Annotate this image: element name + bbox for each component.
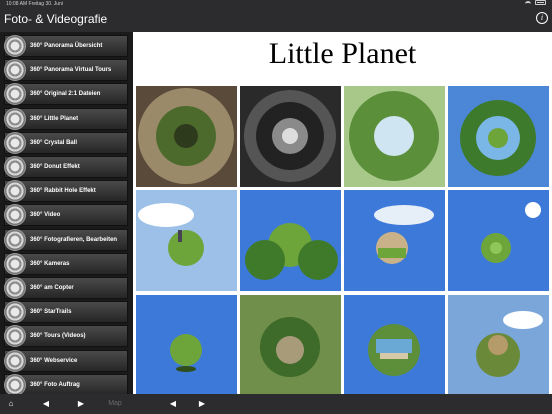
little-planet-image — [240, 295, 341, 394]
bottom-toolbar: ⌂ ◀ ▶ Map ◀ ▶ — [0, 394, 552, 414]
sidebar-item[interactable]: 360° Kameras — [4, 252, 128, 275]
photo-tunnel-dark[interactable] — [240, 86, 341, 187]
sidebar-item[interactable]: 360° Original 2:1 Dateien — [4, 83, 128, 106]
photo-planet-trees[interactable] — [240, 190, 341, 291]
sidebar-item[interactable]: 360° StarTrails — [4, 301, 128, 324]
menu-thumbnail-icon — [4, 325, 26, 348]
photo-planet-sky[interactable] — [448, 295, 549, 394]
photo-planet-building[interactable] — [344, 295, 445, 394]
photo-planet-trees-2[interactable] — [240, 295, 341, 394]
main-content: Little Planet — [133, 32, 552, 394]
sidebar: 360° Panorama Übersicht 360° Panorama Vir… — [0, 32, 133, 394]
sidebar-item-label: 360° Little Planet — [30, 115, 79, 122]
sidebar-item-label: 360° StarTrails — [30, 309, 72, 316]
sidebar-item-label: 360° Rabbit Hole Effekt — [30, 188, 96, 195]
info-icon[interactable]: i — [536, 12, 548, 24]
sidebar-item[interactable]: 360° Video — [4, 204, 128, 227]
little-planet-image — [240, 86, 341, 187]
home-icon[interactable]: ⌂ — [4, 398, 18, 410]
photo-planet-sun[interactable] — [448, 190, 549, 291]
status-icons — [525, 0, 546, 5]
sidebar-item[interactable]: 360° am Copter — [4, 277, 128, 299]
wifi-icon — [525, 0, 531, 5]
status-time: 10:08 AM Freitag 30. Juni — [6, 1, 63, 7]
sidebar-item[interactable]: 360° Foto Auftrag — [4, 373, 128, 394]
forward-button[interactable]: ▶ — [74, 398, 88, 410]
menu-thumbnail-icon — [4, 59, 26, 82]
menu-thumbnail-icon — [4, 301, 26, 324]
sidebar-item-label: 360° Webservice — [30, 357, 78, 364]
photo-planet-bright[interactable] — [448, 86, 549, 187]
sidebar-item-label: 360° Video — [30, 212, 61, 219]
menu-thumbnail-icon — [4, 35, 26, 57]
little-planet-image — [448, 86, 549, 187]
little-planet-image — [344, 295, 445, 394]
sidebar-item[interactable]: 360° Panorama Virtual Tours — [4, 59, 128, 82]
menu-thumbnail-icon — [4, 83, 26, 106]
sidebar-item-label: 360° am Copter — [30, 285, 74, 291]
little-planet-image — [448, 295, 549, 394]
little-planet-image — [240, 190, 341, 291]
menu-thumbnail-icon — [4, 180, 26, 203]
photo-planet-round[interactable] — [344, 190, 445, 291]
sidebar-item[interactable]: 360° Tours (Videos) — [4, 325, 128, 348]
prev-button[interactable]: ◀ — [166, 398, 180, 410]
title-bar: Foto- & Videografie i — [0, 8, 552, 32]
sidebar-item[interactable]: 360° Crystal Ball — [4, 131, 128, 154]
sidebar-item-label: 360° Foto Auftrag — [30, 381, 80, 388]
sidebar-item-label: 360° Tours (Videos) — [30, 333, 86, 340]
sidebar-item[interactable]: 360° Fotografieren, Bearbeiten — [4, 228, 128, 251]
little-planet-image — [344, 86, 445, 187]
sidebar-item-label: 360° Panorama Übersicht — [30, 43, 103, 49]
page-title: Little Planet — [268, 37, 417, 70]
map-button[interactable]: Map — [103, 398, 127, 410]
sidebar-item-label: 360° Donut Effekt — [30, 164, 80, 170]
menu-thumbnail-icon — [4, 373, 26, 394]
status-bar: 10:08 AM Freitag 30. Juni — [0, 0, 552, 8]
sidebar-item[interactable]: 360° Little Planet — [4, 107, 128, 130]
menu-thumbnail-icon — [4, 156, 26, 178]
sidebar-item-label: 360° Original 2:1 Dateien — [30, 91, 101, 98]
menu-thumbnail-icon — [4, 131, 26, 154]
little-planet-image — [448, 190, 549, 291]
sidebar-item-label: 360° Fotografieren, Bearbeiten — [30, 236, 118, 243]
sidebar-item-label: 360° Crystal Ball — [30, 139, 78, 146]
little-planet-image — [136, 86, 237, 187]
menu-thumbnail-icon — [4, 277, 26, 299]
sidebar-item[interactable]: 360° Panorama Übersicht — [4, 35, 128, 57]
photo-planet-clouds[interactable] — [136, 190, 237, 291]
menu-thumbnail-icon — [4, 349, 26, 372]
app-title: Foto- & Videografie — [4, 12, 108, 26]
menu-thumbnail-icon — [4, 252, 26, 275]
photo-trees-up[interactable] — [344, 86, 445, 187]
sidebar-item-label: 360° Panorama Virtual Tours — [30, 67, 112, 74]
menu-thumbnail-icon — [4, 228, 26, 251]
menu-thumbnail-icon — [4, 204, 26, 227]
little-planet-image — [344, 190, 445, 291]
sidebar-item-label: 360° Kameras — [30, 260, 70, 267]
next-button[interactable]: ▶ — [195, 398, 209, 410]
sidebar-item[interactable]: 360° Donut Effekt — [4, 156, 128, 178]
little-planet-image — [136, 295, 237, 394]
photo-tunnel-tree[interactable] — [136, 86, 237, 187]
sidebar-item[interactable]: 360° Webservice — [4, 349, 128, 372]
battery-icon — [535, 0, 546, 5]
menu-thumbnail-icon — [4, 107, 26, 130]
little-planet-image — [136, 190, 237, 291]
sidebar-item[interactable]: 360° Rabbit Hole Effekt — [4, 180, 128, 203]
back-button[interactable]: ◀ — [39, 398, 53, 410]
photo-planet-blue[interactable] — [136, 295, 237, 394]
